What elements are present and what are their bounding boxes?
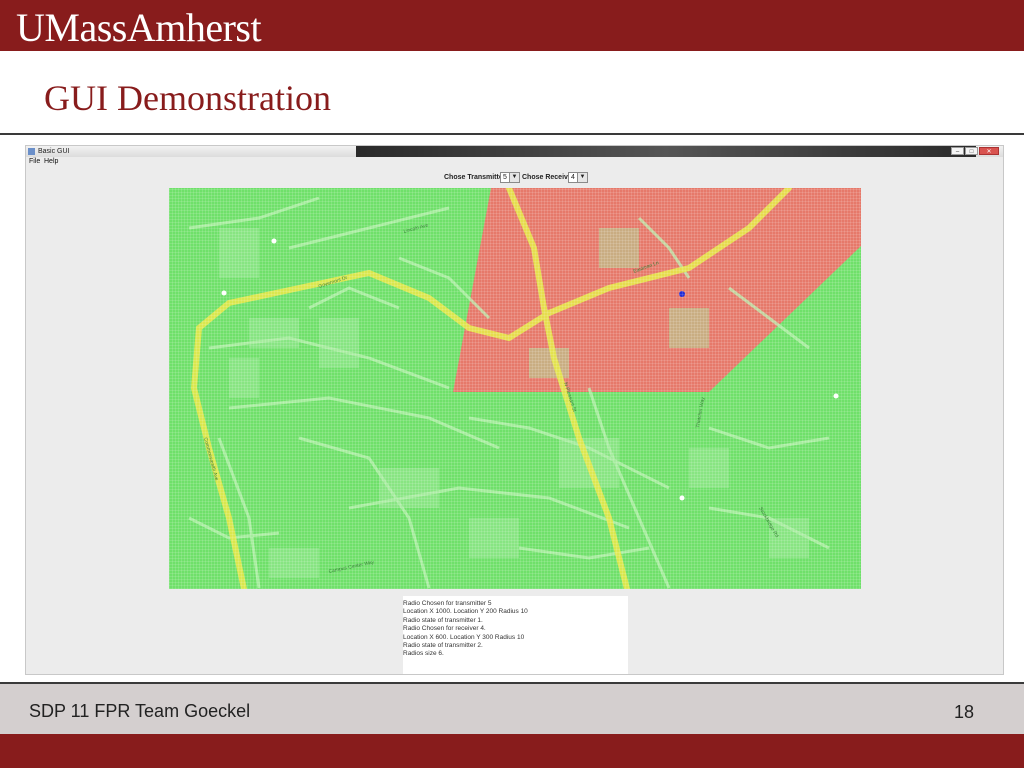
window-title: Basic GUI — [38, 148, 70, 155]
transmitter-label: Chose Transmitter — [444, 174, 506, 181]
menu-help[interactable]: Help — [44, 157, 58, 167]
menu-file[interactable]: File — [29, 157, 40, 167]
slide-bottom-bar — [0, 734, 1024, 768]
titlebar-taskbar-strip — [356, 146, 976, 157]
slide-header-bar: UMassAmherst — [0, 0, 1024, 51]
output-line: Radio Chosen for receiver 4. — [403, 625, 486, 633]
slide-footer: SDP 11 FPR Team Goeckel 18 — [0, 684, 1024, 734]
output-line: Radio state of transmitter 2. — [403, 642, 483, 650]
output-line: Radio Chosen for transmitter 5 — [403, 600, 492, 607]
receiver-value: 4 — [571, 174, 575, 181]
transmitter-value: 5 — [503, 174, 507, 181]
java-app-icon — [28, 148, 35, 155]
output-text-area[interactable]: Radio Chosen for transmitter 5 Location … — [403, 596, 628, 674]
minimize-icon[interactable]: – — [951, 147, 964, 155]
close-icon[interactable]: ✕ — [979, 147, 999, 155]
title-divider — [0, 133, 1024, 135]
maximize-icon[interactable]: □ — [965, 147, 978, 155]
node-marker — [679, 495, 685, 501]
chevron-down-icon[interactable]: ▼ — [509, 173, 519, 182]
output-line: Location X 1000. Location Y 200 Radius 1… — [403, 608, 528, 616]
footer-text: SDP 11 FPR Team Goeckel — [29, 701, 251, 721]
transmitter-select[interactable]: 5 ▼ — [500, 172, 520, 183]
selector-toolbar: Chose Transmitter 5 ▼ Chose Receiver 4 ▼ — [26, 172, 1003, 184]
basic-gui-window: Basic GUI – □ ✕ File Help Chose Transmit… — [25, 145, 1004, 675]
node-marker — [221, 290, 227, 296]
street-label: Campus Center Way — [328, 559, 375, 575]
output-line: Location X 600. Location Y 300 Radius 10 — [403, 633, 525, 641]
output-line: Radio state of transmitter 1. — [403, 616, 483, 624]
shadow-region — [453, 188, 861, 392]
map-canvas: Governors Dr Eastman Ln N Pleasant St Li… — [188, 188, 861, 589]
slide-title: GUI Demonstration — [44, 78, 331, 118]
coverage-map[interactable]: Governors Dr Eastman Ln N Pleasant St Li… — [169, 188, 861, 589]
street-label: Governors Dr — [318, 275, 349, 290]
page-number: 18 — [953, 702, 974, 722]
street-label: Thatcher Way — [695, 396, 706, 428]
menu-bar: File Help — [26, 157, 1003, 167]
receiver-label: Chose Receiver — [522, 174, 575, 181]
street-label: Lincoln Ave — [403, 222, 429, 234]
receiver-select[interactable]: 4 ▼ — [568, 172, 588, 183]
receiver-marker — [679, 291, 685, 297]
chevron-down-icon[interactable]: ▼ — [577, 173, 587, 182]
output-line: Radios size 6. — [403, 650, 444, 658]
node-marker — [271, 238, 277, 244]
umass-logo: UMassAmherst — [16, 5, 262, 50]
node-marker — [833, 393, 839, 399]
window-titlebar[interactable]: Basic GUI – □ ✕ — [26, 146, 1003, 157]
